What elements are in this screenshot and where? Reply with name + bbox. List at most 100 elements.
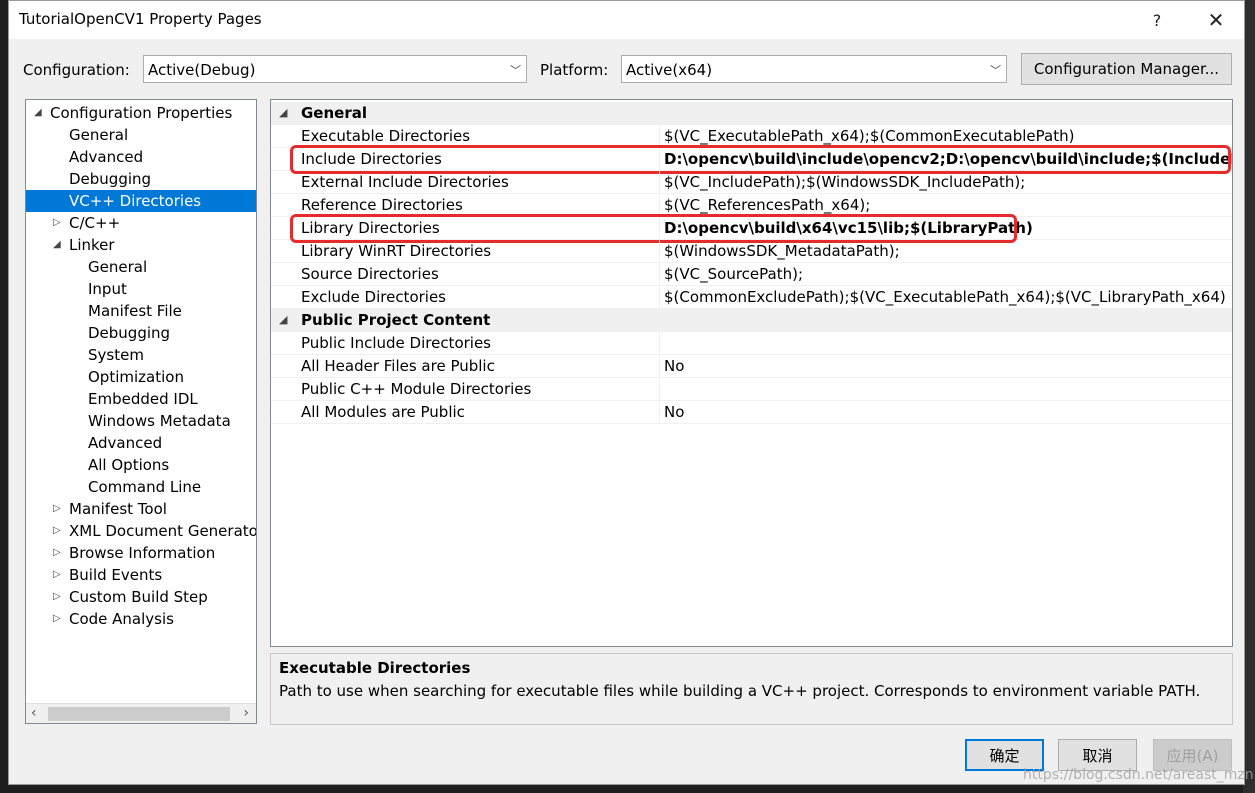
tree-item-label: General (69, 126, 129, 144)
property-name: Reference Directories (301, 196, 463, 214)
tree-item[interactable]: Advanced (26, 432, 256, 454)
tree-item-label: Debugging (69, 170, 152, 188)
expanded-arrow-icon[interactable]: ◢ (53, 234, 61, 256)
property-name: External Include Directories (301, 173, 509, 191)
property-value[interactable]: $(VC_IncludePath);$(WindowsSDK_IncludePa… (664, 171, 1025, 193)
tree-item[interactable]: ▷ C/C++ (26, 212, 256, 234)
tree-item-label: Browse Information (69, 544, 216, 562)
grid-row[interactable]: All Header Files are Public No (271, 355, 1232, 378)
platform-dropdown[interactable]: Active(x64) ﹀ (621, 55, 1007, 83)
tree-item-label: Code Analysis (69, 610, 174, 628)
property-tree[interactable]: ▷ Code Analysis ▷ Custom Build Step ▷ Build E… (25, 99, 257, 724)
tree-item[interactable]: ▷ Build Events (26, 564, 256, 586)
tree-item[interactable]: ◢ Configuration Properties (26, 102, 256, 124)
collapsed-arrow-icon[interactable]: ▷ (53, 520, 61, 542)
tree-item[interactable]: System (26, 344, 256, 366)
tree-item[interactable]: ◢ Linker (26, 234, 256, 256)
watermark: https://blog.csdn.net/areast_mzn (1023, 767, 1254, 783)
expanded-arrow-icon[interactable]: ◢ (279, 102, 287, 124)
tree-item[interactable]: Windows Metadata (26, 410, 256, 432)
chevron-down-icon: ﹀ (990, 64, 1001, 77)
property-value[interactable]: $(VC_SourcePath); (664, 263, 803, 285)
collapsed-arrow-icon[interactable]: ▷ (53, 564, 61, 586)
collapsed-arrow-icon[interactable]: ▷ (53, 586, 61, 608)
configuration-manager-button[interactable]: Configuration Manager... (1021, 53, 1232, 85)
configuration-dropdown[interactable]: Active(Debug) ﹀ (143, 55, 527, 83)
tree-item-label: Input (88, 280, 127, 298)
tree-item[interactable]: Command Line (26, 476, 256, 498)
property-value[interactable]: $(WindowsSDK_MetadataPath); (664, 240, 900, 262)
tree-item[interactable]: Debugging (26, 168, 256, 190)
column-divider (659, 401, 660, 424)
tree-item[interactable]: ▷ Custom Build Step (26, 586, 256, 608)
tree-item[interactable]: Manifest File (26, 300, 256, 322)
tree-item[interactable]: Debugging (26, 322, 256, 344)
property-value[interactable]: No (664, 401, 684, 423)
column-divider (659, 240, 660, 263)
tree-item-label: Build Events (69, 566, 163, 584)
tree-item[interactable]: ▷ XML Document Generato (26, 520, 256, 542)
column-divider (659, 263, 660, 286)
tree-item-label: Optimization (88, 368, 184, 386)
tree-item[interactable]: Input (26, 278, 256, 300)
tree-horizontal-scrollbar[interactable]: ‹ › (26, 703, 256, 723)
tree-item[interactable]: Advanced (26, 146, 256, 168)
column-divider (659, 332, 660, 355)
tree-item-label: Command Line (88, 478, 202, 496)
property-name: All Header Files are Public (301, 357, 495, 375)
chevron-down-icon: ﹀ (510, 64, 521, 77)
collapsed-arrow-icon[interactable]: ▷ (53, 608, 61, 630)
tree-item[interactable]: Optimization (26, 366, 256, 388)
property-name: Exclude Directories (301, 288, 446, 306)
scrollbar-thumb[interactable] (48, 707, 230, 721)
property-name: Public Include Directories (301, 334, 491, 352)
description-title: Executable Directories (279, 659, 471, 677)
configuration-value: Active(Debug) (148, 61, 256, 79)
grid-row[interactable]: Source Directories $(VC_SourcePath); (271, 263, 1232, 286)
property-value[interactable]: $(VC_ExecutablePath_x64);$(CommonExecuta… (664, 125, 1074, 147)
tree-item[interactable]: ▷ Code Analysis (26, 608, 256, 630)
grid-row[interactable]: External Include Directories $(VC_Include… (271, 171, 1232, 194)
column-divider (659, 378, 660, 401)
property-name: Executable Directories (301, 127, 471, 145)
collapsed-arrow-icon[interactable]: ▷ (53, 498, 61, 520)
scroll-right-icon[interactable]: › (243, 705, 249, 721)
tree-item[interactable]: General (26, 124, 256, 146)
grid-row[interactable]: Exclude Directories $(CommonExcludePath);… (271, 286, 1232, 309)
description-text: Path to use when searching for executabl… (279, 682, 1201, 700)
grid-category[interactable]: ◢ General (271, 102, 1232, 125)
window-title: TutorialOpenCV1 Property Pages (19, 10, 262, 28)
tree-item[interactable]: ▷ Manifest Tool (26, 498, 256, 520)
expanded-arrow-icon[interactable]: ◢ (279, 309, 287, 331)
property-value[interactable]: $(CommonExcludePath);$(VC_ExecutablePath… (664, 286, 1226, 308)
property-value[interactable]: $(VC_ReferencesPath_x64); (664, 194, 870, 216)
grid-row[interactable]: Public Include Directories (271, 332, 1232, 355)
collapsed-arrow-icon[interactable]: ▷ (53, 212, 61, 234)
configuration-bar: Configuration: Active(Debug) ﹀ Platform:… (9, 53, 1244, 85)
collapsed-arrow-icon[interactable]: ▷ (53, 542, 61, 564)
tree-item[interactable]: All Options (26, 454, 256, 476)
tree-item-label: Custom Build Step (69, 588, 208, 606)
tree-item-label: System (88, 346, 144, 364)
grid-row[interactable]: Library WinRT Directories $(WindowsSDK_Me… (271, 240, 1232, 263)
expanded-arrow-icon[interactable]: ◢ (34, 102, 42, 124)
title-bar: TutorialOpenCV1 Property Pages ? ✕ (9, 1, 1244, 39)
description-panel: Executable Directories Path to use when … (270, 653, 1233, 725)
tree-item[interactable]: Embedded IDL (26, 388, 256, 410)
grid-row[interactable]: All Modules are Public No (271, 401, 1232, 424)
tree-item-label: VC++ Directories (69, 192, 202, 210)
help-button[interactable]: ? (1134, 5, 1180, 35)
tree-item-label: Advanced (88, 434, 163, 452)
scroll-left-icon[interactable]: ‹ (31, 705, 37, 721)
tree-item[interactable]: ▷ Browse Information (26, 542, 256, 564)
close-button[interactable]: ✕ (1193, 5, 1239, 35)
column-divider (659, 286, 660, 309)
tree-item-label: XML Document Generato (69, 522, 257, 540)
grid-category[interactable]: ◢ Public Project Content (271, 309, 1232, 332)
property-value[interactable]: No (664, 355, 684, 377)
tree-item[interactable]: VC++ Directories (26, 190, 256, 212)
tree-item[interactable]: General (26, 256, 256, 278)
property-name: All Modules are Public (301, 403, 465, 421)
grid-row[interactable]: Public C++ Module Directories (271, 378, 1232, 401)
tree-item-label: Linker (69, 236, 115, 254)
